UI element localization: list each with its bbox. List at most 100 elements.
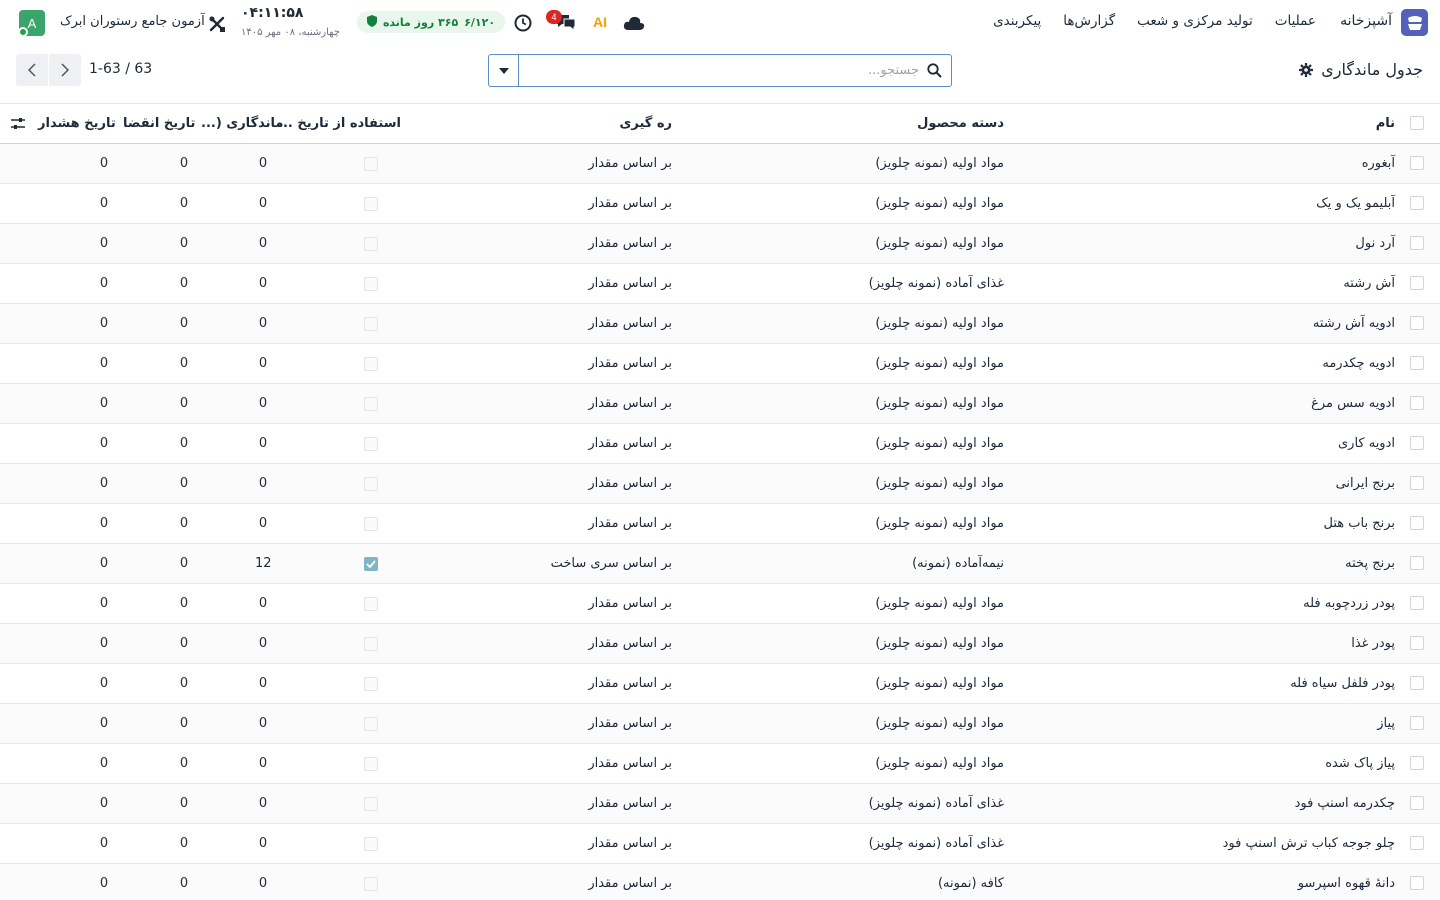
clock-history-icon[interactable] (513, 13, 532, 32)
caret-down-icon (498, 67, 509, 74)
row-select-checkbox[interactable] (1410, 876, 1424, 890)
cell-alert: 0 (99, 196, 109, 211)
menu-item-central-production[interactable]: تولید مرکزی و شعب (1137, 13, 1253, 29)
row-select-checkbox[interactable] (1410, 476, 1424, 490)
table-row[interactable]: برنج باب هتل مواد اولیه (نمونه چلویز) بر ا… (0, 504, 1440, 544)
row-select-checkbox[interactable] (1410, 356, 1424, 370)
table-row[interactable]: پودر غذا مواد اولیه (نمونه چلویز) بر اساس … (0, 624, 1440, 664)
table-row[interactable]: ادویه کاری مواد اولیه (نمونه چلویز) بر اسا… (0, 424, 1440, 464)
use-expiry-checkbox[interactable] (364, 317, 378, 331)
cell-alert: 0 (99, 316, 109, 331)
use-expiry-checkbox[interactable] (364, 877, 378, 891)
table-row[interactable]: دانهٔ قهوه اسپرسو کافه (نمونه) بر اساس مقد… (0, 864, 1440, 900)
cell-name: آرد نول (1355, 236, 1395, 251)
use-expiry-checkbox[interactable] (364, 157, 378, 171)
use-expiry-checkbox[interactable] (364, 597, 378, 611)
cell-name: برنج ایرانی (1335, 476, 1395, 491)
cell-expiry: 0 (179, 716, 189, 731)
header-shelf-life[interactable]: ماندگاری (... (201, 116, 283, 131)
use-expiry-checkbox[interactable] (364, 637, 378, 651)
use-expiry-checkbox[interactable] (364, 717, 378, 731)
license-badge[interactable]: ۶/۱۲۰ ۳۶۵ روز مانده (357, 11, 505, 33)
row-select-checkbox[interactable] (1410, 756, 1424, 770)
row-select-checkbox[interactable] (1410, 676, 1424, 690)
use-expiry-checkbox[interactable] (364, 837, 378, 851)
header-alert-date[interactable]: تاریخ هشدار (38, 116, 116, 131)
table-row[interactable]: چلو جوجه کباب ترش اسنپ فود غذای آماده (نم… (0, 824, 1440, 864)
menu-item-reports[interactable]: گزارش‌ها (1063, 13, 1115, 29)
table-row[interactable]: پودر فلفل سیاه فله مواد اولیه (نمونه چلوی… (0, 664, 1440, 704)
use-expiry-checkbox[interactable] (364, 517, 378, 531)
cell-expiry: 0 (179, 316, 189, 331)
table-row[interactable]: پیاز مواد اولیه (نمونه چلویز) بر اساس مقدا… (0, 704, 1440, 744)
ai-icon[interactable]: AI (590, 13, 610, 31)
use-expiry-checkbox[interactable] (364, 757, 378, 771)
row-select-checkbox[interactable] (1410, 436, 1424, 450)
menu-item-configuration[interactable]: پیکربندی (993, 13, 1041, 29)
cell-shelf-life: 0 (258, 636, 268, 651)
use-expiry-checkbox[interactable] (364, 237, 378, 251)
row-select-checkbox[interactable] (1410, 796, 1424, 810)
pager-next-button[interactable] (49, 54, 81, 86)
header-expiry-date[interactable]: تاریخ انقضا (123, 116, 195, 131)
row-select-checkbox[interactable] (1410, 836, 1424, 850)
cell-alert: 0 (99, 676, 109, 691)
pager-prev-button[interactable] (16, 54, 48, 86)
row-select-checkbox[interactable] (1410, 236, 1424, 250)
cell-shelf-life: 0 (258, 276, 268, 291)
gear-icon[interactable] (1299, 62, 1314, 77)
search-options-toggle[interactable] (489, 55, 519, 86)
nav-brand[interactable]: آشپزخانه (1340, 13, 1392, 29)
cell-expiry: 0 (179, 356, 189, 371)
use-expiry-checkbox[interactable] (364, 197, 378, 211)
app-home-icon[interactable] (1401, 9, 1428, 36)
tools-icon[interactable] (207, 14, 227, 34)
use-expiry-checkbox[interactable] (364, 357, 378, 371)
use-expiry-checkbox[interactable] (364, 557, 378, 571)
header-use-expiry[interactable]: استفاده از تاریخ ... (278, 116, 401, 131)
row-select-checkbox[interactable] (1410, 276, 1424, 290)
table-row[interactable]: چکدرمه اسنپ فود غذای آماده (نمونه چلویز) ب… (0, 784, 1440, 824)
row-select-checkbox[interactable] (1410, 316, 1424, 330)
pager-value[interactable]: 1-63 / 63 (89, 61, 152, 77)
header-name[interactable]: نام (1376, 116, 1395, 131)
row-select-checkbox[interactable] (1410, 596, 1424, 610)
cell-expiry: 0 (179, 396, 189, 411)
row-select-checkbox[interactable] (1410, 636, 1424, 650)
company-switcher[interactable]: آزمون جامع رستوران ابرک (60, 14, 205, 29)
header-tracking[interactable]: ره گیری (619, 116, 672, 131)
table-row[interactable]: آبغوره مواد اولیه (نمونه چلویز) بر اساس مق… (0, 144, 1440, 184)
select-all-checkbox[interactable] (1410, 116, 1424, 130)
use-expiry-checkbox[interactable] (364, 277, 378, 291)
table-row[interactable]: ادویه سس مرغ مواد اولیه (نمونه چلویز) بر ا… (0, 384, 1440, 424)
table-row[interactable]: آرد نول مواد اولیه (نمونه چلویز) بر اساس م… (0, 224, 1440, 264)
row-select-checkbox[interactable] (1410, 516, 1424, 530)
cell-name: پودر زردچوبه فله (1303, 596, 1395, 611)
search-icon[interactable] (927, 63, 942, 78)
cell-expiry: 0 (179, 556, 189, 571)
table-row[interactable]: آش رشته غذای آماده (نمونه چلویز) بر اساس م… (0, 264, 1440, 304)
table-row[interactable]: برنج ایرانی مواد اولیه (نمونه چلویز) بر اس… (0, 464, 1440, 504)
use-expiry-checkbox[interactable] (364, 437, 378, 451)
row-select-checkbox[interactable] (1410, 556, 1424, 570)
table-row[interactable]: پودر زردچوبه فله مواد اولیه (نمونه چلویز)… (0, 584, 1440, 624)
column-settings-icon[interactable] (10, 116, 26, 132)
use-expiry-checkbox[interactable] (364, 477, 378, 491)
use-expiry-checkbox[interactable] (364, 797, 378, 811)
row-select-checkbox[interactable] (1410, 156, 1424, 170)
cell-category: کافه (نمونه) (937, 876, 1004, 891)
table-row[interactable]: آبلیمو یک و یک مواد اولیه (نمونه چلویز) بر… (0, 184, 1440, 224)
use-expiry-checkbox[interactable] (364, 397, 378, 411)
menu-item-operations[interactable]: عملیات (1275, 13, 1316, 29)
search-input[interactable] (529, 59, 919, 82)
table-row[interactable]: برنج پخته نیمه‌آماده (نمونه) بر اساس سری س… (0, 544, 1440, 584)
row-select-checkbox[interactable] (1410, 196, 1424, 210)
header-category[interactable]: دسته محصول (917, 116, 1004, 131)
table-row[interactable]: ادویه چکدرمه مواد اولیه (نمونه چلویز) بر ا… (0, 344, 1440, 384)
table-row[interactable]: ادویه آش رشته مواد اولیه (نمونه چلویز) بر … (0, 304, 1440, 344)
table-row[interactable]: پیاز پاک شده مواد اولیه (نمونه چلویز) بر ا… (0, 744, 1440, 784)
row-select-checkbox[interactable] (1410, 716, 1424, 730)
row-select-checkbox[interactable] (1410, 396, 1424, 410)
cloud-icon[interactable] (622, 13, 646, 31)
use-expiry-checkbox[interactable] (364, 677, 378, 691)
